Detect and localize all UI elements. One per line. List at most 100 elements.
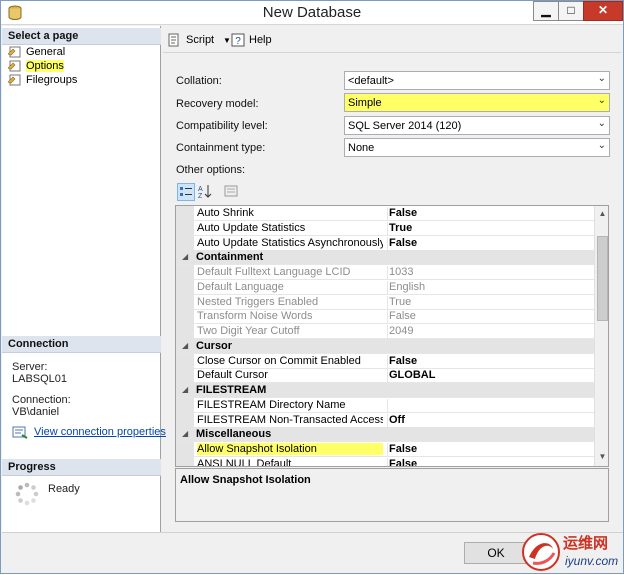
property-row[interactable]: ANSI NULL Default False bbox=[176, 456, 594, 467]
page-item-general[interactable]: General bbox=[6, 45, 65, 60]
property-row[interactable]: FILESTREAM Directory Name bbox=[176, 397, 594, 413]
property-row[interactable]: Auto Update Statistics Asynchronously Fal… bbox=[176, 235, 594, 251]
collation-label: Collation: bbox=[176, 75, 222, 87]
page-icon bbox=[8, 60, 21, 72]
categorized-view-button[interactable] bbox=[177, 183, 195, 201]
property-row[interactable]: Auto Update Statistics True bbox=[176, 220, 594, 236]
property-value[interactable]: 1033 bbox=[387, 266, 413, 280]
property-value[interactable]: False bbox=[387, 207, 417, 221]
property-value[interactable]: GLOBAL bbox=[387, 369, 435, 384]
collapse-icon[interactable]: ◢ bbox=[182, 429, 188, 438]
category-name: FILESTREAM bbox=[196, 384, 267, 396]
collation-dropdown[interactable]: <default> ⌄ bbox=[344, 71, 610, 90]
property-value[interactable]: True bbox=[387, 221, 412, 236]
property-pages-button[interactable] bbox=[223, 183, 241, 201]
compatibility-level-label: Compatibility level: bbox=[176, 120, 268, 132]
property-name: Default Fulltext Language LCID bbox=[197, 266, 351, 278]
select-page-header: Select a page bbox=[2, 28, 161, 45]
chevron-down-icon[interactable]: ▼ bbox=[223, 32, 231, 49]
collapse-icon[interactable]: ◢ bbox=[182, 252, 188, 261]
compatibility-level-value: SQL Server 2014 (120) bbox=[348, 120, 462, 132]
help-button[interactable]: ? Help bbox=[231, 32, 281, 49]
properties-icon bbox=[12, 426, 28, 439]
view-connection-properties-link[interactable]: View connection properties bbox=[34, 426, 166, 438]
row-margin bbox=[176, 368, 194, 384]
property-value[interactable]: Off bbox=[387, 413, 405, 428]
property-name: Nested Triggers Enabled bbox=[197, 295, 319, 308]
property-row[interactable]: Auto Shrink False bbox=[176, 206, 594, 221]
property-row[interactable]: Allow Snapshot Isolation False bbox=[176, 442, 594, 457]
svg-text:A: A bbox=[198, 186, 203, 193]
collapse-icon[interactable]: ◢ bbox=[182, 385, 188, 394]
categorized-icon bbox=[180, 187, 192, 196]
property-row[interactable]: Nested Triggers Enabled True bbox=[176, 294, 594, 310]
toolbar: Script ▼ ? Help bbox=[163, 29, 621, 53]
row-margin bbox=[176, 353, 194, 369]
svg-text:iyunv.com: iyunv.com bbox=[565, 554, 618, 568]
property-value[interactable]: True bbox=[387, 295, 411, 310]
row-margin bbox=[176, 309, 194, 325]
page-item-options[interactable]: Options bbox=[6, 59, 64, 74]
page-item-label: Options bbox=[26, 60, 64, 72]
property-row[interactable]: Default Cursor GLOBAL bbox=[176, 368, 594, 384]
row-margin bbox=[176, 235, 194, 251]
property-name: Close Cursor on Commit Enabled bbox=[197, 354, 361, 367]
property-row[interactable]: FILESTREAM Non-Transacted Access Off bbox=[176, 412, 594, 428]
title-bar: New Database ▁ □ ✕ bbox=[1, 1, 623, 25]
property-row[interactable]: Two Digit Year Cutoff 2049 bbox=[176, 324, 594, 339]
description-panel: Allow Snapshot Isolation bbox=[175, 468, 609, 522]
property-name: Two Digit Year Cutoff bbox=[197, 325, 300, 337]
alphabetical-view-button[interactable]: A Z bbox=[197, 183, 215, 201]
page-icon bbox=[8, 74, 21, 86]
row-margin bbox=[176, 397, 194, 413]
property-pages-icon bbox=[224, 185, 238, 197]
minimize-button[interactable]: ▁ bbox=[533, 1, 559, 21]
property-name: Auto Update Statistics bbox=[197, 221, 306, 234]
ok-button[interactable]: OK bbox=[464, 542, 528, 564]
scroll-down-icon[interactable]: ▼ bbox=[597, 452, 608, 463]
chevron-down-icon: ⌄ bbox=[597, 73, 606, 84]
page-item-filegroups[interactable]: Filegroups bbox=[6, 73, 77, 88]
category-row[interactable]: ◢ Cursor bbox=[176, 338, 594, 354]
property-value[interactable]: False bbox=[387, 443, 417, 457]
recovery-model-label: Recovery model: bbox=[176, 98, 259, 110]
row-margin bbox=[176, 206, 194, 221]
property-row[interactable]: Close Cursor on Commit Enabled False bbox=[176, 353, 594, 369]
property-value[interactable]: English bbox=[387, 280, 425, 295]
collapse-icon[interactable]: ◢ bbox=[182, 341, 188, 350]
property-name: Default Cursor bbox=[197, 369, 268, 382]
property-value[interactable]: 2049 bbox=[387, 325, 413, 339]
script-icon bbox=[168, 33, 179, 47]
chevron-down-icon: ⌄ bbox=[597, 118, 606, 129]
property-value[interactable]: False bbox=[387, 354, 417, 369]
property-row[interactable]: Transform Noise Words False bbox=[176, 309, 594, 325]
property-name: FILESTREAM Non-Transacted Access bbox=[197, 413, 383, 426]
close-button[interactable]: ✕ bbox=[583, 1, 623, 21]
property-name: ANSI NULL Default bbox=[197, 457, 292, 467]
page-item-label: General bbox=[26, 46, 66, 58]
svg-text:Z: Z bbox=[198, 193, 203, 199]
category-row[interactable]: ◢ Containment bbox=[176, 250, 594, 266]
script-button[interactable]: Script ▼ bbox=[167, 32, 237, 49]
property-value[interactable] bbox=[387, 398, 389, 413]
property-value[interactable]: False bbox=[387, 236, 417, 251]
scroll-up-icon[interactable]: ▲ bbox=[597, 209, 608, 220]
collation-value: <default> bbox=[348, 75, 394, 87]
page-item-label: Filegroups bbox=[26, 74, 78, 86]
maximize-button[interactable]: □ bbox=[558, 1, 584, 21]
property-row[interactable]: Default Fulltext Language LCID 1033 bbox=[176, 265, 594, 280]
recovery-model-dropdown[interactable]: Simple ⌄ bbox=[344, 93, 610, 112]
scrollbar-thumb[interactable] bbox=[597, 236, 608, 321]
property-value[interactable]: False bbox=[387, 457, 417, 466]
row-margin bbox=[176, 412, 194, 428]
category-row[interactable]: ◢ FILESTREAM bbox=[176, 383, 594, 398]
property-value[interactable]: False bbox=[387, 310, 416, 325]
description-title: Allow Snapshot Isolation bbox=[180, 474, 311, 486]
category-row[interactable]: ◢ Miscellaneous bbox=[176, 427, 594, 443]
row-margin bbox=[176, 442, 194, 457]
property-row[interactable]: Default Language English bbox=[176, 279, 594, 295]
compatibility-level-dropdown[interactable]: SQL Server 2014 (120) ⌄ bbox=[344, 116, 610, 135]
property-grid: Auto Shrink False Auto Update Statistics Tr… bbox=[175, 205, 609, 467]
property-grid-scrollbar[interactable]: ▲ ▼ bbox=[594, 206, 608, 466]
containment-type-dropdown[interactable]: None ⌄ bbox=[344, 138, 610, 157]
